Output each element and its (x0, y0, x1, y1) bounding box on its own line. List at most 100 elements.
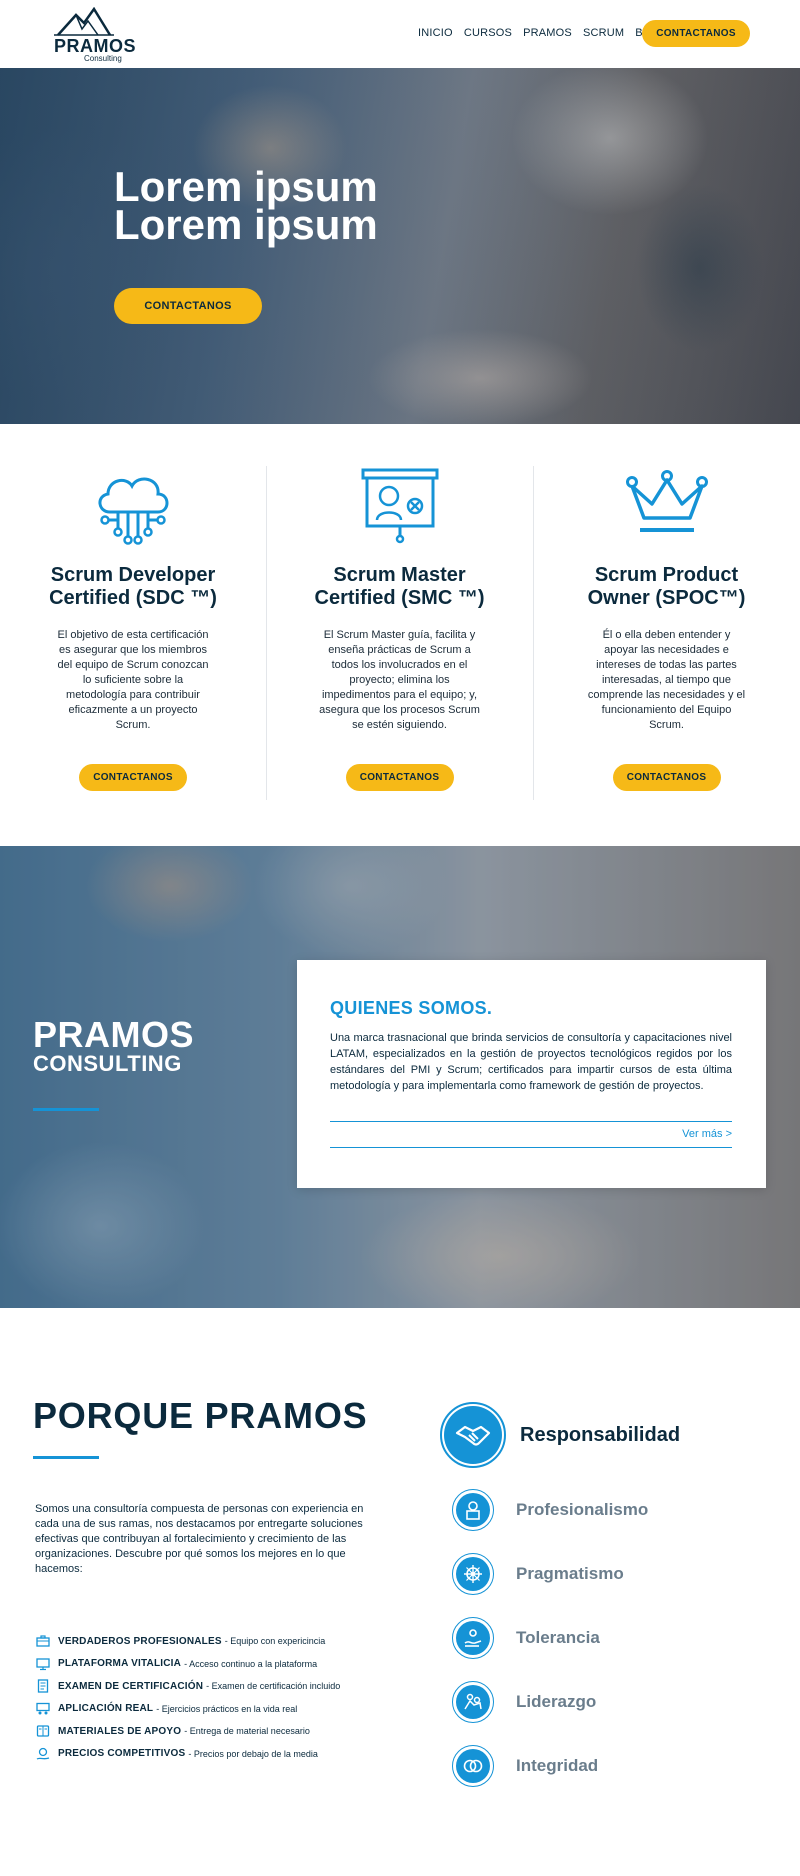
value-label: Integridad (516, 1756, 599, 1775)
why-section: PORQUE PRAMOS Somos una consultoría comp… (0, 1308, 800, 1876)
brand-underline (33, 1108, 99, 1111)
ship-wheel-icon (464, 1565, 482, 1583)
mountain-logo-icon (54, 7, 114, 36)
why-underline (33, 1456, 99, 1459)
presentation-board-icon (361, 468, 438, 544)
cert-title-line2: Owner (SPOC™) (587, 587, 746, 609)
feature-title: PLATAFORMA VITALICIA (58, 1658, 182, 1670)
menu-item-inicio[interactable]: INICIO (418, 27, 453, 39)
cert-description: El Scrum Master guía, facilita y enseña … (319, 629, 480, 731)
value-circle (452, 1553, 494, 1595)
feature-title: MATERIALES DE APOYO (58, 1725, 182, 1737)
feature-item: APLICACIÓN REAL - Ejercicios prácticos e… (36, 1698, 396, 1721)
about-brand-line1: PRAMOS (33, 1014, 195, 1055)
value-label: Responsabilidad (520, 1423, 681, 1446)
about-card: QUIENES SOMOS. Una marca trasnacional qu… (297, 960, 766, 1188)
value-item-integridad[interactable]: Integridad (440, 1745, 770, 1787)
cert-title-line1: Scrum Developer (50, 564, 216, 586)
cert-title-line1: Scrum Master (333, 564, 466, 586)
handshake-icon (455, 1425, 491, 1446)
feature-text: - Precios por debajo de la media (188, 1748, 318, 1759)
feature-title: PRECIOS COMPETITIVOS (58, 1748, 186, 1760)
menu-item-pramos[interactable]: PRAMOS (523, 27, 572, 39)
logo[interactable]: PRAMOS Consulting (54, 7, 136, 63)
hero-title: Lorem ipsum Lorem ipsum (114, 166, 474, 246)
feature-title: VERDADEROS PROFESIONALES (58, 1635, 222, 1647)
page: PRAMOS Consulting INICIO CURSOS PRAMOS S… (0, 0, 800, 1876)
value-circle (452, 1489, 494, 1531)
feature-item: EXAMEN DE CERTIFICACIÓN - Examen de cert… (36, 1675, 396, 1698)
hero-banner: Lorem ipsum Lorem ipsum CONTACTANOS (0, 68, 800, 424)
feature-item: VERDADEROS PROFESIONALES - Equipo con ex… (36, 1630, 396, 1653)
about-brand-line2: CONSULTING (33, 1051, 182, 1076)
cert-title: Scrum Developer Certified (SDC ™) (20, 564, 246, 610)
cert-contact-button[interactable]: CONTACTANOS (345, 764, 454, 791)
cert-card-sdc: Scrum Developer Certified (SDC ™) El obj… (0, 466, 266, 800)
value-circle (452, 1745, 494, 1787)
feature-text: - Acceso continuo a la plataforma (184, 1658, 318, 1669)
nav-contact-button[interactable]: CONTACTANOS (642, 20, 750, 47)
cert-card-spoc: Scrum Product Owner (SPOC™) Él o ella de… (533, 466, 799, 800)
logo-subtitle: Consulting (84, 54, 122, 63)
value-label: Pragmatismo (516, 1564, 624, 1583)
feature-title: EXAMEN DE CERTIFICACIÓN (58, 1680, 204, 1692)
value-label: Tolerancia (516, 1628, 600, 1647)
monitor-icon (36, 1658, 50, 1670)
rings-icon (463, 1759, 483, 1773)
cert-title: Scrum Master Certified (SMC ™) (287, 564, 512, 610)
feature-text: - Examen de certificación incluido (206, 1681, 341, 1692)
cert-description: Él o ella deben entender y apoyar las ne… (587, 629, 746, 731)
why-paragraph: Somos una consultoría compuesta de perso… (35, 1503, 364, 1575)
cert-description: El objetivo de esta certificación es ase… (57, 629, 209, 731)
leadership-icon (464, 1693, 482, 1710)
hand-person-icon (464, 1629, 482, 1647)
divider (330, 1147, 732, 1148)
value-circle (452, 1617, 494, 1659)
main-menu: INICIO CURSOS PRAMOS SCRUM BLOG (418, 27, 667, 39)
value-circle (440, 1402, 506, 1468)
top-navbar: PRAMOS Consulting INICIO CURSOS PRAMOS S… (0, 0, 800, 68)
professional-icon (466, 1501, 480, 1520)
money-hand-icon (36, 1747, 50, 1760)
cert-contact-button[interactable]: CONTACTANOS (612, 764, 721, 791)
feature-text: - Equipo con expericincia (224, 1636, 326, 1647)
cert-contact-button[interactable]: CONTACTANOS (79, 764, 187, 791)
crown-icon (625, 470, 708, 532)
classroom-icon (36, 1702, 50, 1715)
about-section: PRAMOS CONSULTING QUIENES SOMOS. Una mar… (0, 846, 800, 1308)
cert-title-line1: Scrum Product (594, 564, 739, 586)
feature-text: - Ejercicios prácticos en la vida real (156, 1703, 298, 1714)
feature-title: APLICACIÓN REAL (58, 1703, 154, 1715)
divider (330, 1121, 732, 1122)
document-icon (37, 1679, 49, 1693)
feature-list: VERDADEROS PROFESIONALES - Equipo con ex… (36, 1630, 396, 1765)
cert-title: Scrum Product Owner (SPOC™) (554, 564, 779, 610)
about-brand: PRAMOS CONSULTING (33, 1014, 195, 1076)
about-paragraph: Una marca trasnacional que brinda servic… (330, 1032, 732, 1092)
value-item-tolerancia[interactable]: Tolerancia (440, 1617, 770, 1659)
see-more-link[interactable]: Ver más > (682, 1128, 732, 1140)
value-item-liderazgo[interactable]: Liderazgo (440, 1681, 770, 1723)
cert-card-smc: Scrum Master Certified (SMC ™) El Scrum … (266, 466, 532, 800)
feature-item: MATERIALES DE APOYO - Entrega de materia… (36, 1720, 396, 1743)
certifications-section: Scrum Developer Certified (SDC ™) El obj… (0, 424, 800, 846)
why-title: PORQUE PRAMOS (33, 1395, 368, 1436)
value-item-pragmatismo[interactable]: Pragmatismo (440, 1553, 770, 1595)
cert-title-line2: Certified (SMC ™) (314, 587, 485, 609)
menu-item-cursos[interactable]: CURSOS (464, 27, 512, 39)
value-label: Profesionalismo (516, 1500, 649, 1519)
feature-text: - Entrega de material necesario (184, 1726, 310, 1737)
hero-contact-button[interactable]: CONTACTANOS (114, 288, 262, 324)
value-circle (452, 1681, 494, 1723)
books-icon (36, 1725, 50, 1737)
value-item-responsabilidad[interactable]: Responsabilidad (440, 1402, 770, 1468)
briefcase-icon (36, 1635, 50, 1647)
value-label: Liderazgo (516, 1692, 597, 1711)
value-item-profesionalismo[interactable]: Profesionalismo (440, 1489, 770, 1531)
about-heading: QUIENES SOMOS. (330, 998, 493, 1018)
cert-title-line2: Certified (SDC ™) (49, 587, 217, 609)
menu-item-scrum[interactable]: SCRUM (583, 27, 624, 39)
feature-item: PRECIOS COMPETITIVOS - Precios por debaj… (36, 1743, 396, 1766)
feature-item: PLATAFORMA VITALICIA - Acceso continuo a… (36, 1653, 396, 1676)
cloud-network-icon (98, 477, 169, 545)
